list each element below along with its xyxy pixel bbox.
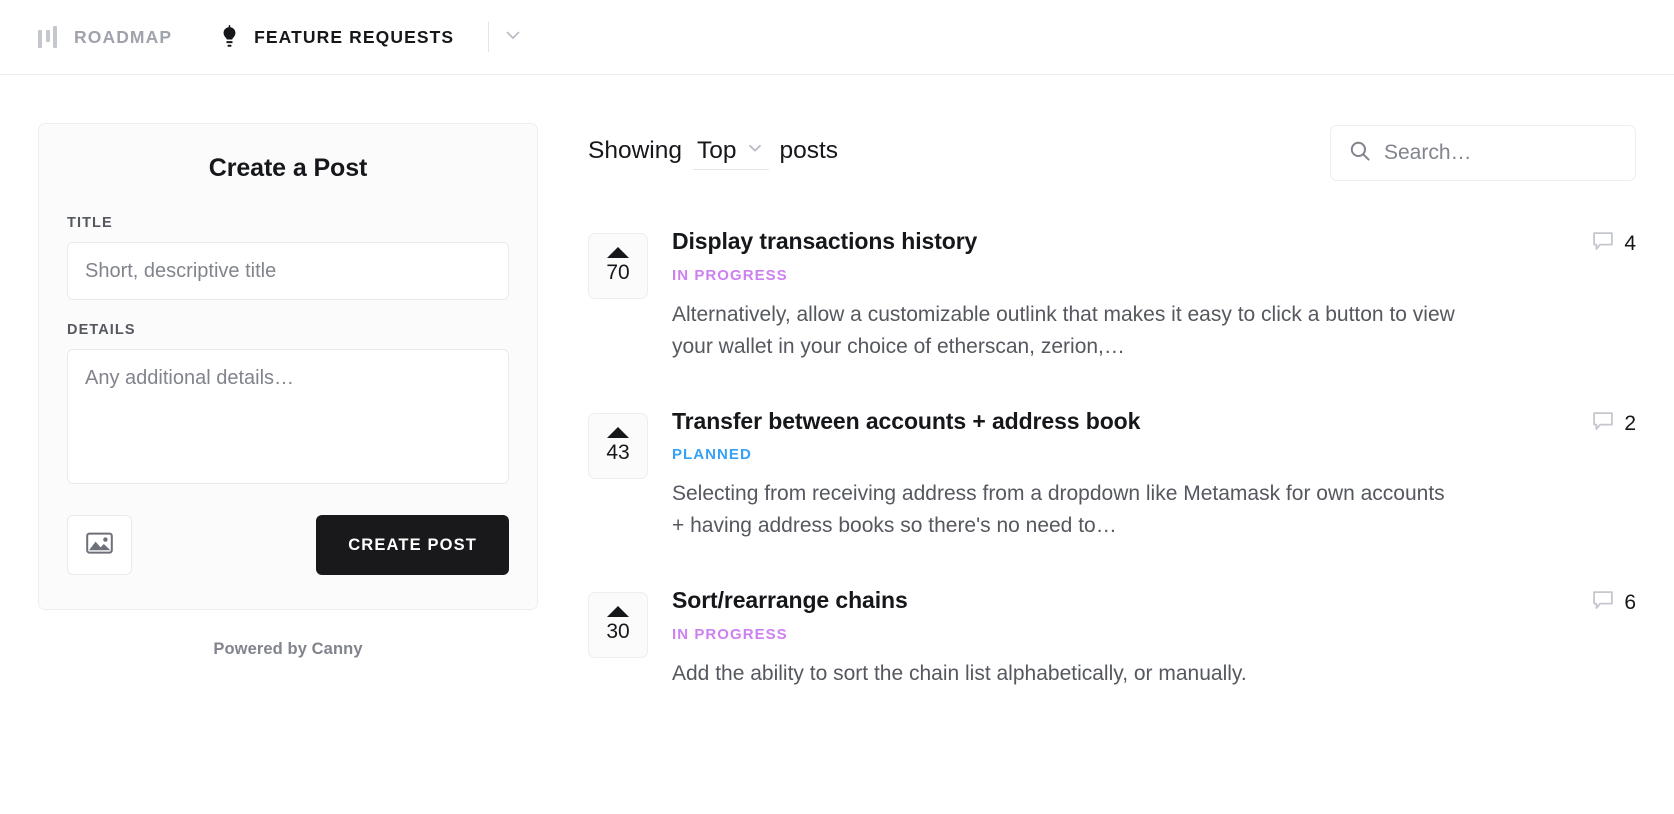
- posts-column: Showing Top posts Search… 70 Display tra…: [588, 123, 1636, 734]
- vote-count: 30: [606, 620, 630, 644]
- top-navigation: ROADMAP FEATURE REQUESTS: [0, 0, 1674, 75]
- sort-dropdown-value: Top: [696, 136, 737, 164]
- showing-suffix-label: posts: [779, 136, 839, 164]
- showing-prefix-label: Showing: [588, 136, 682, 164]
- upvote-arrow-icon: [607, 426, 629, 438]
- chevron-down-icon: [502, 24, 524, 51]
- posts-list-header: Showing Top posts: [588, 125, 1636, 181]
- create-post-button[interactable]: CREATE POST: [316, 515, 509, 575]
- search-icon: [1349, 140, 1371, 167]
- post-description: Alternatively, allow a customizable outl…: [672, 302, 1455, 358]
- post-description: Selecting from receiving address from a …: [672, 482, 1445, 538]
- post-content: Transfer between accounts + address book…: [672, 407, 1636, 543]
- details-field-label: DETAILS: [67, 322, 136, 338]
- create-post-heading: Create a Post: [208, 154, 368, 182]
- nav-more-dropdown-button[interactable]: [489, 13, 537, 61]
- upvote-arrow-icon: [607, 606, 629, 618]
- post-content: Sort/rearrange chains IN PROGRESS 6 Add …: [672, 586, 1636, 690]
- title-field-label: TITLE: [67, 215, 113, 231]
- post-description: Add the ability to sort the chain list a…: [672, 661, 1247, 685]
- search-input[interactable]: [1384, 141, 1617, 165]
- vote-count: 70: [606, 261, 630, 284]
- comment-count-group[interactable]: 4: [1592, 227, 1636, 257]
- nav-item-feature-requests[interactable]: FEATURE REQUESTS: [218, 0, 454, 75]
- post-title: Sort/rearrange chains: [672, 587, 908, 614]
- post-title: Display transactions history: [672, 228, 978, 254]
- comment-count: 4: [1624, 232, 1636, 255]
- comment-count: 2: [1624, 411, 1636, 435]
- comment-bubble-icon: [1592, 411, 1614, 437]
- post-list-item[interactable]: 43 Transfer between accounts + address b…: [588, 407, 1636, 543]
- lightbulb-icon: [218, 24, 241, 50]
- chevron-down-icon: [745, 137, 765, 165]
- image-icon: [86, 531, 113, 560]
- upvote-arrow-icon: [607, 247, 629, 258]
- nav-item-roadmap-label: ROADMAP: [74, 26, 173, 47]
- create-post-card: Create a Post TITLE DETAILS CREATE PO: [38, 123, 538, 610]
- search-box[interactable]: [1330, 125, 1636, 181]
- comment-count-group[interactable]: 6: [1592, 586, 1636, 616]
- upvote-button[interactable]: 70: [588, 233, 648, 299]
- comment-count-group[interactable]: 2: [1592, 407, 1636, 437]
- upvote-button[interactable]: 43: [588, 412, 648, 479]
- post-title: Transfer between accounts + address book: [672, 407, 1141, 434]
- post-title-input[interactable]: [67, 242, 509, 300]
- post-list-item[interactable]: 30 Sort/rearrange chains IN PROGRESS 6 A…: [588, 586, 1636, 690]
- roadmap-bars-icon: [38, 26, 61, 48]
- nav-item-roadmap[interactable]: ROADMAP: [38, 0, 172, 75]
- create-post-actions: CREATE POST: [67, 515, 509, 575]
- comment-bubble-icon: [1592, 590, 1614, 616]
- nav-item-feature-requests-label: FEATURE REQUESTS: [254, 26, 455, 47]
- vote-count: 43: [606, 440, 630, 464]
- post-list-item[interactable]: 70 Display transactions history IN PROGR…: [588, 227, 1636, 363]
- comment-bubble-icon: [1592, 231, 1614, 257]
- upvote-button[interactable]: 30: [588, 592, 648, 659]
- status-badge: IN PROGRESS: [672, 625, 788, 643]
- showing-filter: Showing Top posts: [588, 137, 838, 170]
- status-badge: PLANNED: [672, 446, 752, 464]
- create-post-column: Create a Post TITLE DETAILS CREATE PO: [38, 123, 538, 734]
- status-badge: IN PROGRESS: [672, 266, 788, 284]
- post-details-textarea[interactable]: [67, 349, 509, 484]
- post-content: Display transactions history IN PROGRESS…: [672, 227, 1636, 363]
- powered-by-canny-link[interactable]: Powered by Canny: [38, 640, 538, 659]
- sort-dropdown[interactable]: Top: [692, 136, 769, 170]
- comment-count: 6: [1624, 591, 1636, 615]
- attach-image-button[interactable]: [67, 515, 132, 575]
- page-body: Create a Post TITLE DETAILS CREATE PO: [0, 75, 1674, 734]
